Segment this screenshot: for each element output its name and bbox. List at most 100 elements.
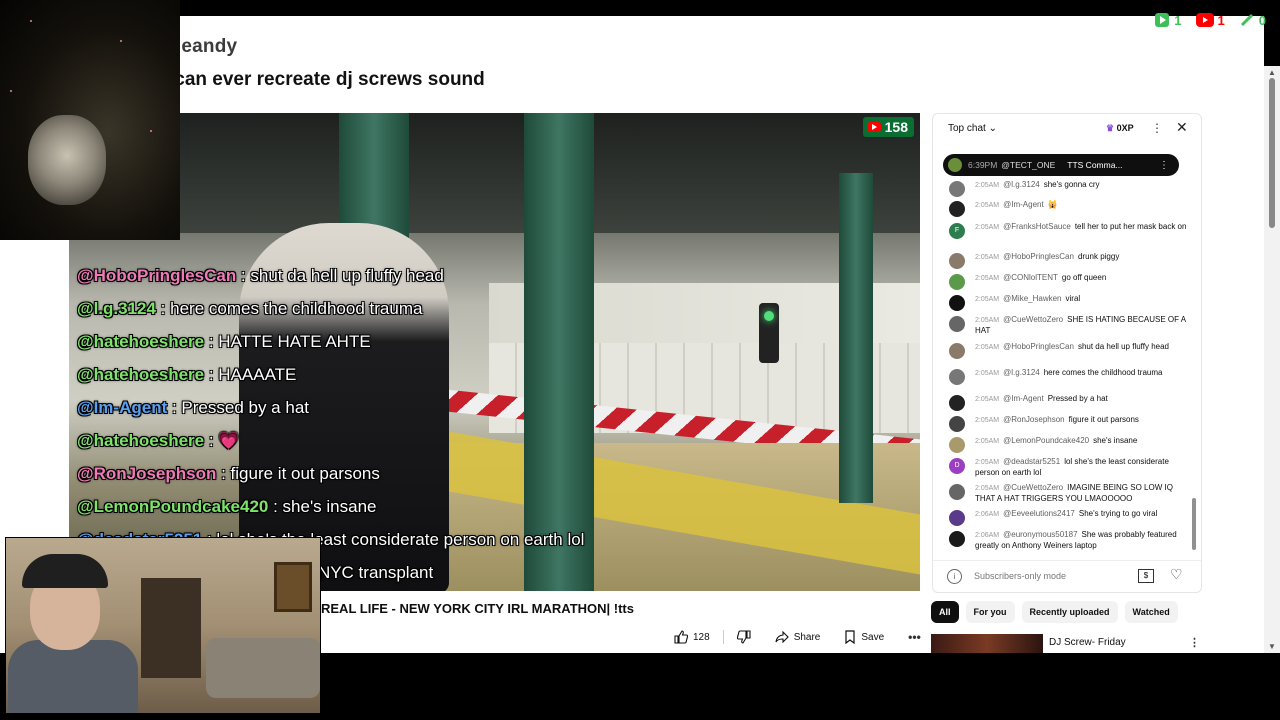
chat-message[interactable]: 2:05AM @l.g.3124 here comes the childhood … (947, 368, 1187, 394)
chat-message[interactable]: 2:05AM @Im-Agent 🙀 (947, 200, 1187, 222)
save-button[interactable]: Save (836, 626, 893, 648)
avatar[interactable]: D (949, 458, 965, 474)
overlay-chat-line: @hatehoeshere : HATTE HATE AHTE (77, 332, 584, 365)
message-time: 2:05AM (975, 202, 1000, 209)
recommended-thumbnail[interactable] (931, 634, 1043, 653)
top-chat-dropdown[interactable]: Top chat ⌄ (948, 123, 997, 134)
heart-icon[interactable]: ♡ (1170, 566, 1183, 583)
scroll-down-icon[interactable]: ▼ (1268, 642, 1276, 651)
stat-play: 1 (1154, 12, 1182, 28)
live-chat: Top chat ⌄ ♛ 0XP ⋮ ✕ 6:39PM @TECT_ONE TT… (932, 113, 1202, 593)
avatar[interactable] (949, 510, 965, 526)
avatar[interactable] (949, 484, 965, 500)
xp-badge[interactable]: ♛ 0XP (1106, 123, 1134, 134)
filter-watched[interactable]: Watched (1124, 601, 1178, 623)
filter-recently-uploaded[interactable]: Recently uploaded (1021, 601, 1118, 623)
chat-message[interactable]: 2:06AM @Eeveelutions2417 She's trying to g… (947, 509, 1187, 530)
message-text: here comes the childhood trauma (1043, 368, 1163, 377)
avatar[interactable] (949, 295, 965, 311)
message-author[interactable]: @CONlolTENT (1003, 273, 1058, 282)
subscribers-only-notice: Subscribers-only mode (974, 571, 1067, 581)
filter-all[interactable]: All (931, 601, 959, 623)
message-author[interactable]: @euronymous50187 (1003, 530, 1077, 539)
avatar[interactable] (949, 201, 965, 217)
super-chat-icon[interactable]: $ (1138, 569, 1154, 583)
avatar[interactable] (949, 395, 965, 411)
message-text: shut da hell up fluffy head (1077, 342, 1169, 351)
overlay-chat-text: : HATTE HATE AHTE (204, 332, 371, 351)
overlay-chat-line: @hatehoeshere : HAAAATE (77, 365, 584, 398)
avatar[interactable] (949, 437, 965, 453)
chat-scrollbar[interactable] (1191, 148, 1197, 558)
scrollbar-thumb[interactable] (1269, 78, 1275, 228)
thumbs-up-icon[interactable] (674, 630, 688, 644)
pinned-message[interactable]: 6:39PM @TECT_ONE TTS Comma... ⋮ (943, 154, 1179, 176)
avatar[interactable] (949, 274, 965, 290)
chevron-down-icon: ⌄ (988, 123, 997, 134)
message-time: 2:05AM (975, 275, 1000, 282)
chat-message[interactable]: 2:06AM @euronymous50187 She was probably f… (947, 530, 1187, 556)
chat-message[interactable]: D 2:05AM @deadstar5251 lol she's the least … (947, 457, 1187, 483)
video-player[interactable]: 158 @HoboPringlesCan : shut da hell up f… (69, 113, 920, 591)
avatar (948, 158, 962, 172)
chat-message[interactable]: 2:05AM @HoboPringlesCan drunk piggy (947, 252, 1187, 273)
message-author[interactable]: @l.g.3124 (1003, 368, 1040, 377)
more-actions-button[interactable]: ••• (900, 626, 929, 648)
chat-message[interactable]: F 2:05AM @FranksHotSauce tell her to put he… (947, 222, 1187, 252)
message-text: viral (1065, 294, 1081, 303)
chat-message[interactable]: 2:05AM @LemonPoundcake420 she's insane (947, 436, 1187, 457)
chat-menu-icon[interactable]: ⋮ (1151, 121, 1163, 135)
chat-message[interactable]: 2:05AM @CONlolTENT go off queen (947, 273, 1187, 294)
message-author[interactable]: @CueWettoZero (1003, 483, 1063, 492)
message-author[interactable]: @RonJosephson (1003, 415, 1065, 424)
overlay-chat-user: @hatehoeshere (77, 431, 205, 450)
message-author[interactable]: @Eeveelutions2417 (1003, 509, 1075, 518)
filter-for-you[interactable]: For you (965, 601, 1015, 623)
recommended-video[interactable]: DJ Screw- Friday ⋮ (931, 634, 1201, 653)
webcam-top (0, 0, 180, 240)
overlay-chat-line: @hatehoeshere : 💗 (77, 431, 584, 464)
pinned-more-icon[interactable]: ⋮ (1159, 160, 1169, 171)
chat-message[interactable]: 2:05AM @Mike_Hawken viral (947, 294, 1187, 315)
page-scrollbar[interactable]: ▲ ▼ (1264, 66, 1280, 653)
stat-link: 0 (1239, 12, 1266, 28)
more-vertical-icon[interactable]: ⋮ (1189, 636, 1200, 649)
message-author[interactable]: @l.g.3124 (1003, 180, 1040, 189)
avatar[interactable] (949, 343, 965, 359)
avatar[interactable]: F (949, 223, 965, 239)
message-author[interactable]: @Im-Agent (1003, 200, 1044, 209)
chat-message[interactable]: 2:05AM @CueWettoZero IMAGINE BEING SO LOW … (947, 483, 1187, 509)
recommended-title[interactable]: DJ Screw- Friday (1049, 637, 1126, 648)
chat-message[interactable]: 2:05AM @RonJosephson figure it out parsons (947, 415, 1187, 436)
avatar[interactable] (949, 316, 965, 332)
info-icon[interactable]: i (947, 569, 962, 584)
message-text: tell her to put her mask back on (1074, 222, 1187, 231)
message-author[interactable]: @HoboPringlesCan (1003, 342, 1074, 351)
overlay-chat-user: @LemonPoundcake420 (77, 497, 269, 516)
avatar[interactable] (949, 253, 965, 269)
chat-message[interactable]: 2:05AM @Im-Agent Pressed by a hat (947, 394, 1187, 415)
avatar[interactable] (949, 369, 965, 385)
avatar[interactable] (949, 531, 965, 547)
chat-message[interactable]: 2:05AM @l.g.3124 she's gonna cry (947, 180, 1187, 200)
message-author[interactable]: @HoboPringlesCan (1003, 252, 1074, 261)
avatar[interactable] (949, 181, 965, 197)
webcam-bottom (5, 537, 321, 714)
message-author[interactable]: @Mike_Hawken (1003, 294, 1061, 303)
message-time: 2:05AM (975, 296, 1000, 303)
message-author[interactable]: @LemonPoundcake420 (1003, 436, 1089, 445)
share-button[interactable]: Share (766, 626, 829, 648)
message-author[interactable]: @Im-Agent (1003, 394, 1044, 403)
scroll-up-icon[interactable]: ▲ (1268, 68, 1276, 77)
message-author[interactable]: @FranksHotSauce (1003, 222, 1071, 231)
chat-message[interactable]: 2:05AM @CueWettoZero SHE IS HATING BECAUSE… (947, 315, 1187, 342)
thumbs-down-icon[interactable] (736, 630, 751, 644)
close-icon[interactable]: ✕ (1176, 119, 1188, 136)
message-text: 🙀 (1047, 200, 1058, 209)
avatar[interactable] (949, 416, 965, 432)
like-count[interactable]: 128 (693, 632, 710, 643)
message-author[interactable]: @CueWettoZero (1003, 315, 1063, 324)
chat-message[interactable]: 2:05AM @HoboPringlesCan shut da hell up fl… (947, 342, 1187, 368)
message-author[interactable]: @deadstar5251 (1003, 457, 1060, 466)
play-icon (1155, 13, 1170, 27)
